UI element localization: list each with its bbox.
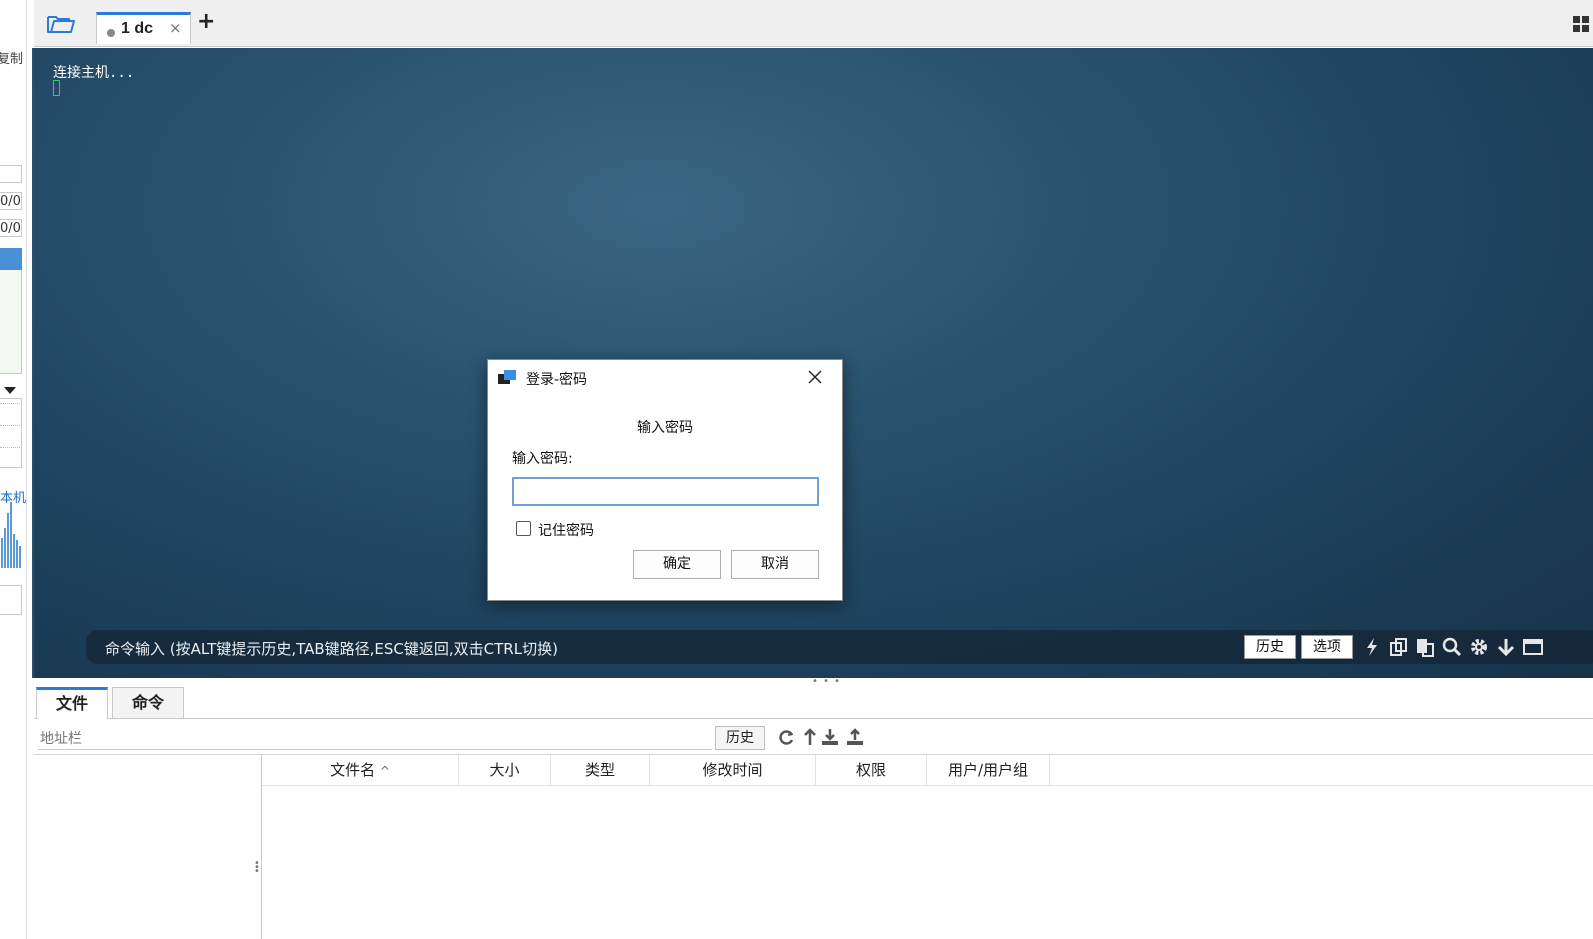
new-tab-button[interactable]: + xyxy=(197,10,215,34)
left-sidebar: 复制 0/0 0/0 本机 xyxy=(0,0,27,939)
network-chart-icon xyxy=(0,502,22,568)
tab-label: 1 dc xyxy=(121,20,154,37)
download-icon[interactable] xyxy=(820,727,840,747)
parent-directory-icon[interactable] xyxy=(800,727,820,747)
command-options-button[interactable]: 选项 xyxy=(1301,635,1353,659)
arrow-down-icon[interactable] xyxy=(1495,636,1517,658)
column-permissions[interactable]: 权限 xyxy=(816,755,927,785)
terminal-output-line: 连接主机... xyxy=(53,65,135,81)
lightning-icon[interactable] xyxy=(1361,636,1383,658)
sidebar-box xyxy=(0,398,22,468)
tab-commands[interactable]: 命令 xyxy=(112,687,184,719)
ok-button[interactable]: 确定 xyxy=(633,550,721,579)
column-modified-time[interactable]: 修改时间 xyxy=(650,755,816,785)
upload-icon[interactable] xyxy=(845,727,865,747)
command-input-placeholder[interactable]: 命令输入 (按ALT键提示历史,TAB键路径,ESC键返回,双击CTRL切换) xyxy=(105,638,558,659)
settings-gear-icon[interactable] xyxy=(1468,636,1490,658)
sidebar-field-2[interactable]: 0/0 xyxy=(0,219,22,237)
dialog-title: 登录-密码 xyxy=(526,372,588,388)
cancel-button[interactable]: 取消 xyxy=(731,550,819,579)
file-list-header: 文件名 ^ 大小 类型 修改时间 权限 用户/用户组 xyxy=(262,755,1593,786)
terminal-cursor xyxy=(53,80,60,96)
app-icon xyxy=(498,370,516,384)
tab-close-icon[interactable]: × xyxy=(169,19,182,37)
window-icon[interactable] xyxy=(1522,636,1544,658)
remember-password-checkbox[interactable] xyxy=(516,521,531,536)
sidebar-field-empty[interactable] xyxy=(0,165,22,183)
tab-divider xyxy=(34,718,1593,719)
connection-status-icon xyxy=(107,29,115,37)
sidebar-list[interactable] xyxy=(0,270,22,374)
directory-tree-pane[interactable] xyxy=(34,755,261,939)
layout-grid-icon[interactable] xyxy=(1573,16,1589,32)
dialog-close-icon[interactable] xyxy=(801,364,829,390)
command-history-button[interactable]: 历史 xyxy=(1244,635,1296,659)
file-list-table[interactable]: 文件名 ^ 大小 类型 修改时间 权限 用户/用户组 xyxy=(261,755,1593,939)
file-panel: 文件 命令 历史 ••• 文件名 ^ 大小 类型 修改时间 权限 用户/用户组 xyxy=(34,684,1593,939)
dropdown-arrow-icon[interactable] xyxy=(4,387,16,394)
column-type[interactable]: 类型 xyxy=(551,755,650,785)
refresh-icon[interactable] xyxy=(776,727,796,747)
vertical-splitter-handle[interactable]: • • • xyxy=(254,859,260,877)
dialog-heading: 输入密码 xyxy=(637,420,693,436)
sort-ascending-icon: ^ xyxy=(379,764,390,778)
paste-icon[interactable] xyxy=(1414,636,1436,658)
command-input-bar[interactable]: 命令输入 (按ALT键提示历史,TAB键路径,ESC键返回,双击CTRL切换) … xyxy=(86,630,1593,664)
path-history-button[interactable]: 历史 xyxy=(715,726,765,750)
tab-files[interactable]: 文件 xyxy=(36,687,108,719)
address-bar-input[interactable] xyxy=(38,726,712,750)
tab-session-dc[interactable]: 1 dc × xyxy=(96,12,191,44)
open-folder-icon[interactable] xyxy=(46,12,76,36)
sidebar-box-2 xyxy=(0,585,22,615)
column-size[interactable]: 大小 xyxy=(459,755,551,785)
sidebar-selected-item[interactable] xyxy=(0,248,22,270)
column-owner-group[interactable]: 用户/用户组 xyxy=(927,755,1050,785)
column-filename[interactable]: 文件名 ^ xyxy=(262,755,459,785)
search-icon[interactable] xyxy=(1441,636,1463,658)
remember-password-label[interactable]: 记住密码 xyxy=(538,520,594,540)
copy-label[interactable]: 复制 xyxy=(0,48,23,67)
sidebar-field-1[interactable]: 0/0 xyxy=(0,192,22,210)
copy-icon[interactable] xyxy=(1388,636,1410,658)
column-filename-label: 文件名 xyxy=(330,761,376,779)
login-password-dialog: 登录-密码 输入密码 输入密码: 记住密码 确定 取消 xyxy=(487,359,843,601)
password-label: 输入密码: xyxy=(512,451,573,467)
password-input[interactable] xyxy=(512,477,819,506)
session-tab-bar: 1 dc × + xyxy=(34,0,1593,47)
